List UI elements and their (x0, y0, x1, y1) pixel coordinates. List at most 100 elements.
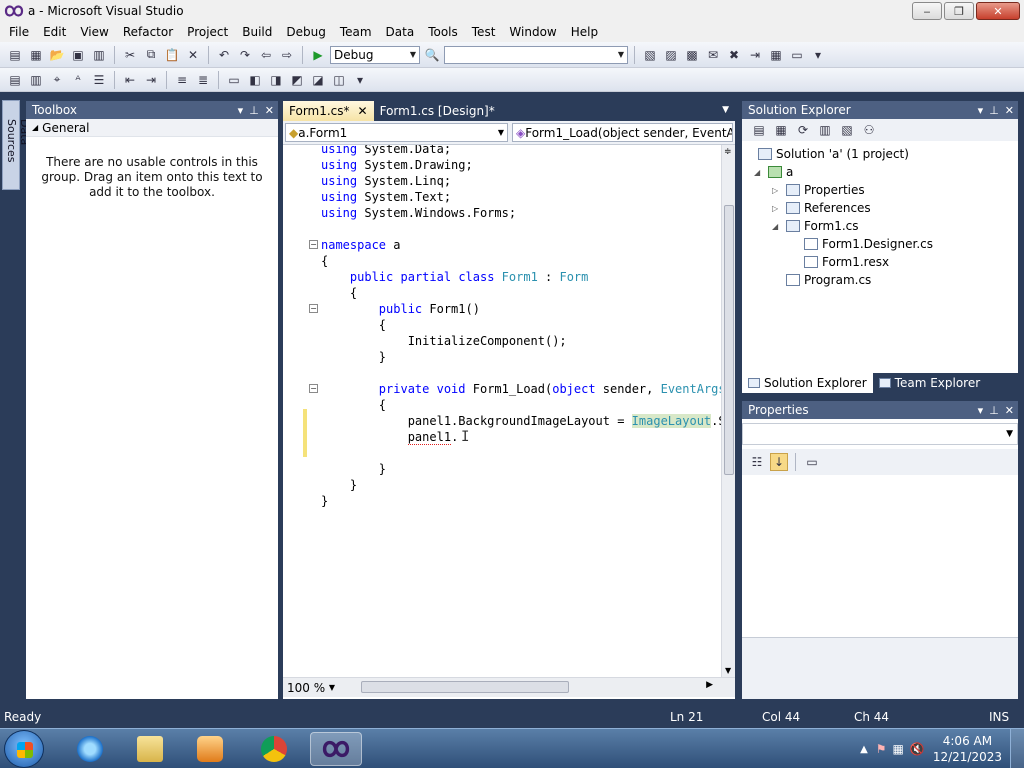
increase-indent-icon[interactable]: ⇥ (142, 71, 160, 89)
menu-debug[interactable]: Debug (279, 22, 332, 42)
collapse-namespace-icon[interactable]: − (309, 240, 318, 249)
vertical-scroll-thumb[interactable] (724, 205, 734, 475)
volume-muted-icon[interactable]: 🔇 (910, 742, 925, 756)
tree-item-form1-resx[interactable]: Form1.resx (800, 253, 889, 271)
show-hidden-icons-icon[interactable]: ▲ (860, 744, 868, 755)
categorized-icon[interactable]: ☷ (748, 453, 766, 471)
taskbar-chrome[interactable] (248, 732, 300, 766)
toolbar-options-icon[interactable]: ▾ (351, 71, 369, 89)
delete-icon[interactable]: ✕ (184, 46, 202, 64)
tree-item-form1-designer[interactable]: Form1.Designer.cs (800, 235, 933, 253)
type-select[interactable]: ◆a.Form1 ▼ (285, 123, 508, 142)
collapse-constructor-icon[interactable]: − (309, 304, 318, 313)
undo-icon[interactable]: ↶ (215, 46, 233, 64)
menu-tools[interactable]: Tools (421, 22, 465, 42)
expanded-arrow-icon[interactable]: ◢ (772, 222, 782, 231)
menu-data[interactable]: Data (379, 22, 422, 42)
taskbar-file-explorer[interactable] (124, 732, 176, 766)
taskbar-visual-studio[interactable] (310, 732, 362, 766)
toolbox-icon[interactable]: ✉ (704, 46, 722, 64)
object-select[interactable]: ▼ (742, 423, 1018, 445)
taskbar-media-player[interactable] (184, 732, 236, 766)
parameter-info-icon[interactable]: ▥ (27, 71, 45, 89)
menu-project[interactable]: Project (180, 22, 235, 42)
navigate-backward-icon[interactable]: ⇦ (257, 46, 275, 64)
view-code-icon[interactable]: ▥ (816, 121, 834, 139)
quick-info-icon[interactable]: ⌖ (48, 71, 66, 89)
code-area[interactable]: − − − using System.Data; using System.Dr… (283, 145, 721, 677)
network-icon[interactable]: ▦ (893, 742, 904, 756)
pin-icon[interactable]: ⊥ (249, 104, 259, 117)
menu-edit[interactable]: Edit (36, 22, 73, 42)
pin-icon[interactable]: ⊥ (989, 104, 999, 117)
solution-configuration-select[interactable]: Debug ▼ (330, 45, 420, 64)
menu-team[interactable]: Team (333, 22, 379, 42)
navigate-forward-icon[interactable]: ⇨ (278, 46, 296, 64)
vertical-scrollbar[interactable]: ≑ ▼ (721, 145, 735, 677)
menu-view[interactable]: View (73, 22, 115, 42)
find-in-files-icon[interactable]: 🔍 (423, 46, 441, 64)
menu-refactor[interactable]: Refactor (116, 22, 180, 42)
toggle-bookmark-icon[interactable]: ▭ (225, 71, 243, 89)
tree-item-references[interactable]: ▷ References (772, 199, 871, 217)
collapsed-arrow-icon[interactable]: ▷ (772, 186, 782, 195)
next-bookmark-folder-icon[interactable]: ◪ (309, 71, 327, 89)
maximize-button[interactable]: ❐ (944, 2, 974, 20)
decrease-indent-icon[interactable]: ⇤ (121, 71, 139, 89)
object-browser-icon[interactable]: ▩ (683, 46, 701, 64)
tab-solution-explorer[interactable]: Solution Explorer (742, 373, 873, 393)
zoom-select[interactable]: 100 % ▼ (283, 680, 339, 696)
action-center-icon[interactable]: ⚑ (876, 742, 887, 756)
member-select[interactable]: ◈Form1_Load(object sender, EventAr ▼ (512, 123, 733, 142)
show-desktop-button[interactable] (1010, 729, 1024, 768)
view-designer-icon[interactable]: ▧ (838, 121, 856, 139)
uncomment-icon[interactable]: ≣ (194, 71, 212, 89)
menu-build[interactable]: Build (235, 22, 279, 42)
redo-icon[interactable]: ↷ (236, 46, 254, 64)
new-project-icon[interactable]: ▤ (6, 46, 24, 64)
tree-item-solution[interactable]: Solution 'a' (1 project) (754, 145, 909, 163)
previous-bookmark-icon[interactable]: ◧ (246, 71, 264, 89)
open-file-icon[interactable]: 📂 (48, 46, 66, 64)
cut-icon[interactable]: ✂ (121, 46, 139, 64)
command-window-icon[interactable]: ▭ (788, 46, 806, 64)
class-diagram-icon[interactable]: ⚇ (860, 121, 878, 139)
tab-team-explorer[interactable]: Team Explorer (873, 373, 987, 393)
properties-window-icon[interactable]: ▨ (662, 46, 680, 64)
refresh-icon[interactable]: ⟳ (794, 121, 812, 139)
tree-item-program-cs[interactable]: Program.cs (782, 271, 871, 289)
save-icon[interactable]: ▣ (69, 46, 87, 64)
close-tab-icon[interactable]: ✕ (358, 104, 368, 118)
copy-icon[interactable]: ⧉ (142, 46, 160, 64)
minimize-button[interactable]: ‒ (912, 2, 942, 20)
property-grid[interactable] (742, 477, 1018, 637)
tree-item-form1-cs[interactable]: ◢ Form1.cs (772, 217, 859, 235)
window-position-icon[interactable]: ▾ (238, 104, 244, 117)
window-position-icon[interactable]: ▾ (978, 104, 984, 117)
menu-file[interactable]: File (2, 22, 36, 42)
tab-form1-cs[interactable]: Form1.cs* ✕ (283, 101, 374, 121)
word-complete-icon[interactable]: ᴬ (69, 71, 87, 89)
object-member-list-icon[interactable]: ▤ (6, 71, 24, 89)
close-icon[interactable]: ✕ (265, 104, 274, 117)
tab-form1-design[interactable]: Form1.cs [Design]* (374, 101, 501, 121)
data-sources-tab[interactable]: Data Sources (2, 100, 31, 190)
close-icon[interactable]: ✕ (1005, 404, 1014, 417)
toolbar-options-icon[interactable]: ▾ (809, 46, 827, 64)
start-page-icon[interactable]: ⇥ (746, 46, 764, 64)
start-button[interactable] (4, 730, 44, 768)
tools-icon[interactable]: ✖ (725, 46, 743, 64)
taskbar-internet-explorer[interactable] (64, 732, 116, 766)
extension-manager-icon[interactable]: ▦ (767, 46, 785, 64)
menu-test[interactable]: Test (465, 22, 503, 42)
toolbox-group-general[interactable]: ◢ General (26, 119, 278, 137)
tree-item-properties[interactable]: ▷ Properties (772, 181, 865, 199)
solution-explorer-icon[interactable]: ▧ (641, 46, 659, 64)
paste-icon[interactable]: 📋 (163, 46, 181, 64)
collapse-method-icon[interactable]: − (309, 384, 318, 393)
save-all-icon[interactable]: ▥ (90, 46, 108, 64)
active-files-dropdown-icon[interactable]: ▼ (722, 105, 729, 115)
menu-help[interactable]: Help (564, 22, 605, 42)
expanded-arrow-icon[interactable]: ◢ (754, 168, 764, 177)
scroll-right-icon[interactable]: ▶ (706, 680, 713, 690)
